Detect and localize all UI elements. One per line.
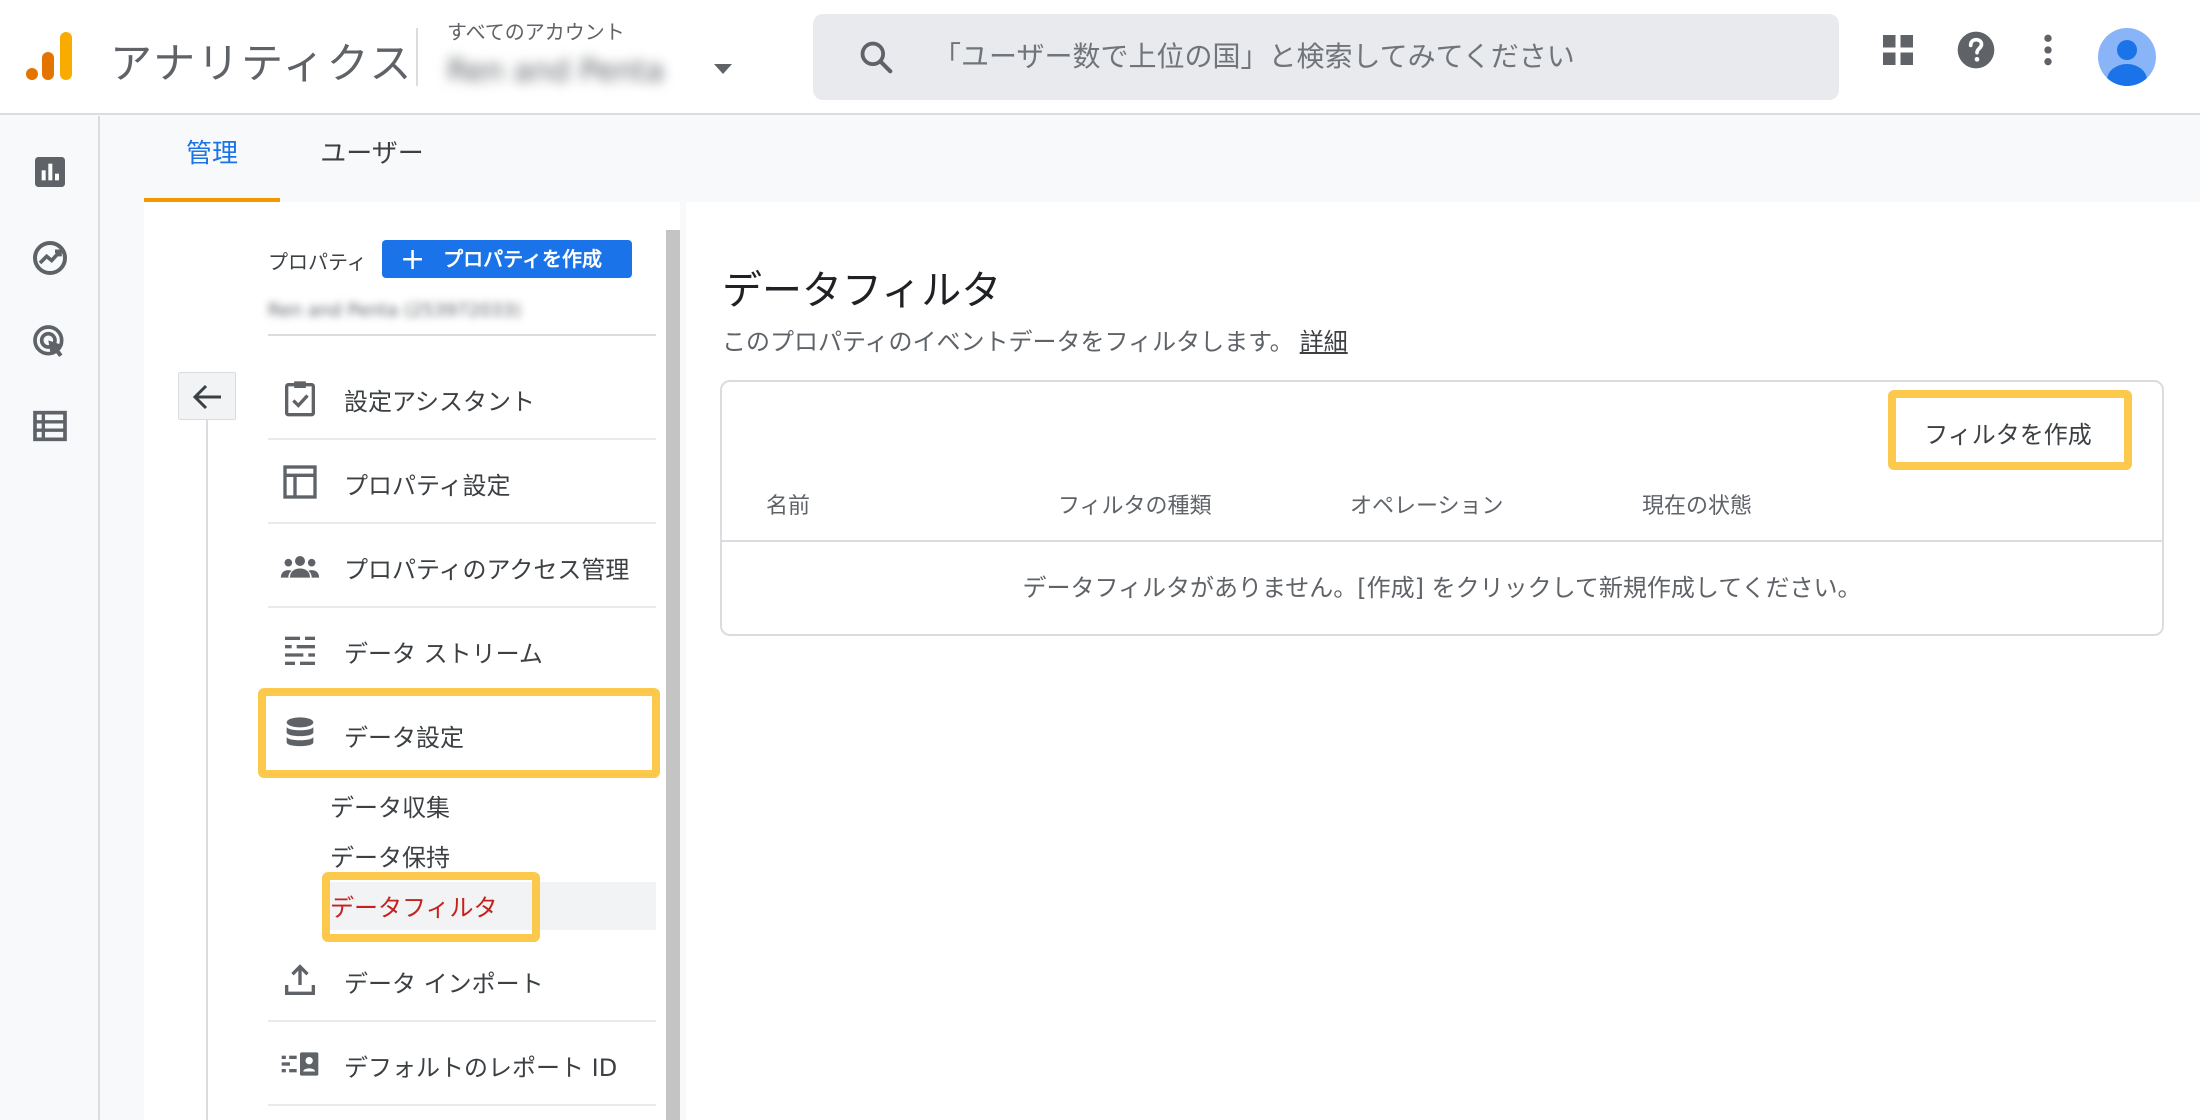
analytics-logo-icon[interactable]	[22, 28, 78, 84]
divider	[268, 334, 656, 336]
column-header-name[interactable]: 名前	[766, 488, 810, 520]
page-title: データフィルタ	[722, 268, 1002, 314]
tree-line	[206, 420, 208, 1120]
avatar[interactable]	[2098, 28, 2156, 86]
highlight-data-settings	[258, 688, 660, 778]
column-header-current-state[interactable]: 現在の状態	[1642, 488, 1752, 520]
create-property-label: プロパティを作成	[443, 247, 602, 271]
table-header-divider	[722, 540, 2162, 542]
menu-item-label: 設定アシスタント	[344, 388, 536, 416]
highlight-data-filters	[322, 872, 540, 942]
configure-list-icon[interactable]	[30, 406, 70, 446]
menu-item-label: データ インポート	[344, 970, 544, 998]
people-icon	[280, 556, 320, 578]
menu-item-reporting-identity[interactable]: デフォルトのレポート ID	[268, 1022, 656, 1106]
left-nav-rail	[0, 116, 100, 1120]
account-label: すべてのアカウント	[447, 20, 625, 44]
streams-icon	[285, 636, 315, 665]
sub-item-data-collection[interactable]: データ収集	[330, 788, 450, 823]
user-avatar-icon	[2107, 40, 2147, 86]
menu-item-property-settings[interactable]: プロパティ設定	[268, 440, 656, 524]
property-label: プロパティ	[268, 250, 367, 274]
menu-item-label: データ ストリーム	[344, 640, 543, 668]
header-divider	[416, 28, 418, 86]
back-button[interactable]	[178, 372, 236, 420]
plus-icon: +	[400, 242, 426, 277]
arrow-back-icon	[192, 384, 221, 410]
page-description: このプロパティのイベントデータをフィルタします。 詳細	[722, 322, 1348, 357]
more-vert-icon[interactable]	[2028, 30, 2068, 70]
menu-item-setup-assistant[interactable]: 設定アシスタント	[268, 356, 656, 440]
column-header-operation[interactable]: オペレーション	[1350, 488, 1504, 520]
search-input[interactable]	[933, 34, 1813, 78]
chevron-down-icon[interactable]	[714, 64, 732, 74]
menu-item-label: プロパティのアクセス管理	[344, 556, 630, 584]
account-selector[interactable]: Ren and Penta	[447, 54, 664, 89]
tab-admin[interactable]: 管理	[144, 134, 280, 202]
search-box[interactable]	[813, 14, 1839, 100]
apps-grid-icon[interactable]	[1878, 30, 1918, 70]
reports-icon[interactable]	[30, 152, 70, 192]
explore-icon[interactable]	[30, 238, 70, 278]
details-link[interactable]: 詳細	[1300, 328, 1348, 356]
layout-icon	[283, 465, 317, 499]
menu-item-access-management[interactable]: プロパティのアクセス管理	[268, 524, 656, 608]
sub-item-data-retention[interactable]: データ保持	[330, 838, 450, 873]
tab-user[interactable]: ユーザー	[302, 134, 442, 202]
highlight-create-filter	[1888, 390, 2132, 470]
menu-item-label: デフォルトのレポート ID	[344, 1054, 618, 1082]
scrollbar[interactable]	[666, 230, 680, 1120]
create-property-button[interactable]: + プロパティを作成	[382, 240, 632, 278]
help-icon[interactable]	[1956, 30, 1996, 70]
property-name[interactable]: Ren and Penta (253972033)	[268, 300, 521, 321]
upload-icon	[285, 964, 315, 995]
app-name: アナリティクス	[110, 39, 414, 88]
description-text: このプロパティのイベントデータをフィルタします。	[722, 328, 1294, 356]
advertising-icon[interactable]	[30, 322, 70, 362]
menu-item-data-import[interactable]: データ インポート	[268, 938, 656, 1022]
search-icon	[860, 41, 893, 74]
clipboard-check-icon	[285, 381, 315, 417]
menu-item-data-streams[interactable]: データ ストリーム	[268, 608, 656, 692]
report-id-icon	[281, 1052, 319, 1076]
menu-item-label: プロパティ設定	[344, 472, 511, 500]
column-header-filter-type[interactable]: フィルタの種類	[1058, 488, 1212, 520]
empty-state-message: データフィルタがありません。[作成] をクリックして新規作成してください。	[1022, 574, 1862, 602]
top-bar: アナリティクス すべてのアカウント Ren and Penta	[0, 0, 2200, 115]
